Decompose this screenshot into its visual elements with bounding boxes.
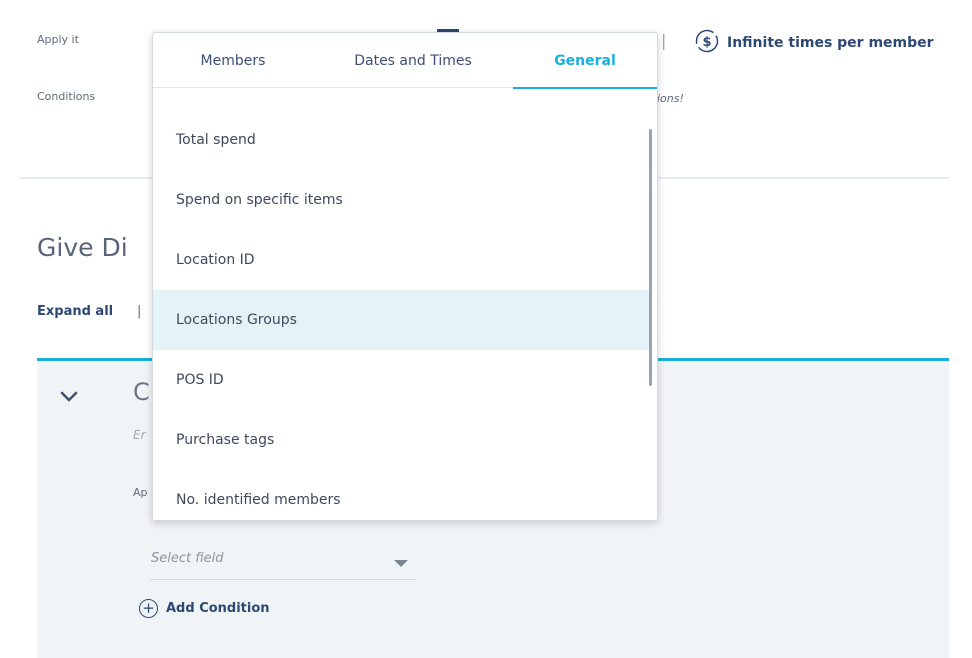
list-item-total-spend[interactable]: Total spend xyxy=(153,110,651,170)
active-tab-indicator xyxy=(513,87,657,89)
caret-down-icon xyxy=(394,560,408,567)
dropdown-tabs: Members Dates and Times General xyxy=(153,33,657,89)
svg-text:$: $ xyxy=(702,35,711,50)
expand-divider: | xyxy=(137,304,142,319)
infinite-times-toggle[interactable]: $ Infinite times per member xyxy=(693,27,934,59)
expand-all-link[interactable]: Expand all xyxy=(37,304,113,319)
chevron-down-icon[interactable] xyxy=(60,388,78,407)
tab-general[interactable]: General xyxy=(513,33,657,89)
select-field-dropdown[interactable]: Select field xyxy=(150,546,416,580)
tab-dates-and-times[interactable]: Dates and Times xyxy=(313,33,513,88)
panel-description-fragment: Er xyxy=(133,428,146,442)
apply-fragment: Ap xyxy=(133,486,148,499)
tab-general-label: General xyxy=(554,52,616,69)
list-item-pos-id[interactable]: POS ID xyxy=(153,350,651,410)
list-item-spend-on-specific-items[interactable]: Spend on specific items xyxy=(153,170,651,230)
apply-it-label: Apply it xyxy=(37,33,79,46)
infinite-times-label: Infinite times per member xyxy=(727,35,934,51)
list-item-no-identified-members[interactable]: No. identified members xyxy=(153,470,651,520)
add-condition-button[interactable]: + Add Condition xyxy=(139,599,270,618)
condition-picker-dropdown: Members Dates and Times General Total sp… xyxy=(152,32,658,521)
select-field-placeholder: Select field xyxy=(151,551,224,566)
tab-members[interactable]: Members xyxy=(153,33,313,88)
add-condition-label: Add Condition xyxy=(166,601,270,616)
list-item-locations-groups[interactable]: Locations Groups xyxy=(153,290,651,350)
section-title: Give Di xyxy=(37,233,128,262)
list-item-purchase-tags[interactable]: Purchase tags xyxy=(153,410,651,470)
dollar-cycle-icon: $ xyxy=(693,27,721,59)
plus-circle-icon: + xyxy=(139,599,158,618)
dropdown-scrollbar[interactable] xyxy=(649,129,652,386)
list-item-location-id[interactable]: Location ID xyxy=(153,230,651,290)
top-divider: | xyxy=(661,31,667,50)
conditions-label: Conditions xyxy=(37,90,96,103)
panel-title-fragment: C xyxy=(133,378,150,406)
conditions-hint-fragment: ions! xyxy=(657,92,684,105)
